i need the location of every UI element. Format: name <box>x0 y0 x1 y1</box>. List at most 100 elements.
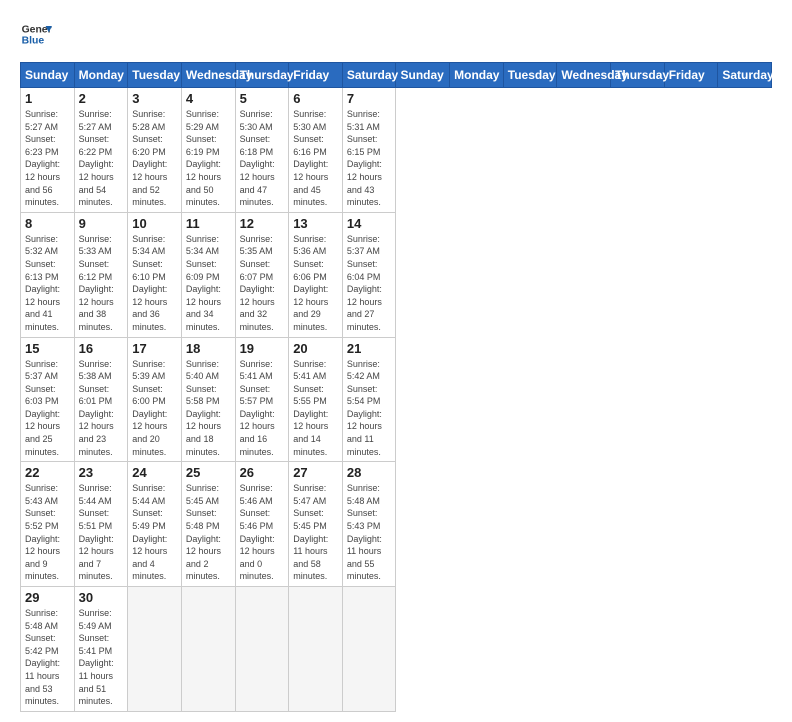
day-number: 22 <box>25 465 70 480</box>
day-number: 17 <box>132 341 177 356</box>
day-number: 14 <box>347 216 392 231</box>
day-info: Sunrise: 5:44 AM Sunset: 5:51 PM Dayligh… <box>79 482 124 583</box>
day-info: Sunrise: 5:42 AM Sunset: 5:54 PM Dayligh… <box>347 358 392 459</box>
day-info: Sunrise: 5:38 AM Sunset: 6:01 PM Dayligh… <box>79 358 124 459</box>
day-number: 25 <box>186 465 231 480</box>
day-info: Sunrise: 5:41 AM Sunset: 5:55 PM Dayligh… <box>293 358 338 459</box>
header-thursday: Thursday <box>235 63 289 88</box>
day-cell: 5Sunrise: 5:30 AM Sunset: 6:18 PM Daylig… <box>235 88 289 213</box>
day-cell: 14 Sunrise: 5:37 AM Sunset: 6:04 PM Dayli… <box>342 212 396 337</box>
week-row-0: 1Sunrise: 5:27 AM Sunset: 6:23 PM Daylig… <box>21 88 772 213</box>
day-info: Sunrise: 5:37 AM Sunset: 6:04 PM Dayligh… <box>347 233 392 334</box>
page-container: General Blue SundayMondayTuesdayWednesda… <box>0 0 792 722</box>
day-info: Sunrise: 5:41 AM Sunset: 5:57 PM Dayligh… <box>240 358 285 459</box>
day-cell <box>342 587 396 712</box>
col-header-wednesday: Wednesday <box>557 63 611 88</box>
day-number: 18 <box>186 341 231 356</box>
day-info: Sunrise: 5:29 AM Sunset: 6:19 PM Dayligh… <box>186 108 231 209</box>
calendar-header-row: SundayMondayTuesdayWednesdayThursdayFrid… <box>21 63 772 88</box>
day-number: 11 <box>186 216 231 231</box>
logo: General Blue <box>20 18 52 50</box>
day-cell: 6Sunrise: 5:30 AM Sunset: 6:16 PM Daylig… <box>289 88 343 213</box>
day-info: Sunrise: 5:30 AM Sunset: 6:16 PM Dayligh… <box>293 108 338 209</box>
week-row-4: 29Sunrise: 5:48 AM Sunset: 5:42 PM Dayli… <box>21 587 772 712</box>
day-cell: 18 Sunrise: 5:40 AM Sunset: 5:58 PM Dayli… <box>181 337 235 462</box>
header-tuesday: Tuesday <box>128 63 182 88</box>
header-monday: Monday <box>74 63 128 88</box>
day-info: Sunrise: 5:46 AM Sunset: 5:46 PM Dayligh… <box>240 482 285 583</box>
day-cell: 1Sunrise: 5:27 AM Sunset: 6:23 PM Daylig… <box>21 88 75 213</box>
day-cell: 4 Sunrise: 5:29 AM Sunset: 6:19 PM Daylig… <box>181 88 235 213</box>
day-info: Sunrise: 5:34 AM Sunset: 6:09 PM Dayligh… <box>186 233 231 334</box>
day-info: Sunrise: 5:47 AM Sunset: 5:45 PM Dayligh… <box>293 482 338 583</box>
day-cell <box>128 587 182 712</box>
day-info: Sunrise: 5:39 AM Sunset: 6:00 PM Dayligh… <box>132 358 177 459</box>
day-cell: 20 Sunrise: 5:41 AM Sunset: 5:55 PM Dayli… <box>289 337 343 462</box>
day-info: Sunrise: 5:43 AM Sunset: 5:52 PM Dayligh… <box>25 482 70 583</box>
day-cell: 9Sunrise: 5:33 AM Sunset: 6:12 PM Daylig… <box>74 212 128 337</box>
day-number: 3 <box>132 91 177 106</box>
day-number: 10 <box>132 216 177 231</box>
day-cell: 29Sunrise: 5:48 AM Sunset: 5:42 PM Dayli… <box>21 587 75 712</box>
day-number: 30 <box>79 590 124 605</box>
header-saturday: Saturday <box>342 63 396 88</box>
day-info: Sunrise: 5:48 AM Sunset: 5:42 PM Dayligh… <box>25 607 70 708</box>
day-number: 13 <box>293 216 338 231</box>
day-number: 19 <box>240 341 285 356</box>
day-cell <box>289 587 343 712</box>
day-info: Sunrise: 5:28 AM Sunset: 6:20 PM Dayligh… <box>132 108 177 209</box>
day-info: Sunrise: 5:27 AM Sunset: 6:23 PM Dayligh… <box>25 108 70 209</box>
day-info: Sunrise: 5:49 AM Sunset: 5:41 PM Dayligh… <box>79 607 124 708</box>
day-cell: 11 Sunrise: 5:34 AM Sunset: 6:09 PM Dayli… <box>181 212 235 337</box>
day-info: Sunrise: 5:27 AM Sunset: 6:22 PM Dayligh… <box>79 108 124 209</box>
day-info: Sunrise: 5:34 AM Sunset: 6:10 PM Dayligh… <box>132 233 177 334</box>
day-cell: 16 Sunrise: 5:38 AM Sunset: 6:01 PM Dayli… <box>74 337 128 462</box>
day-number: 23 <box>79 465 124 480</box>
header-wednesday: Wednesday <box>181 63 235 88</box>
day-number: 8 <box>25 216 70 231</box>
day-info: Sunrise: 5:44 AM Sunset: 5:49 PM Dayligh… <box>132 482 177 583</box>
day-number: 21 <box>347 341 392 356</box>
calendar-table: SundayMondayTuesdayWednesdayThursdayFrid… <box>20 62 772 712</box>
day-cell: 17 Sunrise: 5:39 AM Sunset: 6:00 PM Dayli… <box>128 337 182 462</box>
day-cell: 12Sunrise: 5:35 AM Sunset: 6:07 PM Dayli… <box>235 212 289 337</box>
day-cell: 27Sunrise: 5:47 AM Sunset: 5:45 PM Dayli… <box>289 462 343 587</box>
header-friday: Friday <box>289 63 343 88</box>
day-cell: 22 Sunrise: 5:43 AM Sunset: 5:52 PM Dayli… <box>21 462 75 587</box>
day-info: Sunrise: 5:35 AM Sunset: 6:07 PM Dayligh… <box>240 233 285 334</box>
col-header-tuesday: Tuesday <box>503 63 557 88</box>
week-row-1: 8 Sunrise: 5:32 AM Sunset: 6:13 PM Daylig… <box>21 212 772 337</box>
day-cell <box>235 587 289 712</box>
col-header-friday: Friday <box>664 63 718 88</box>
day-cell: 24 Sunrise: 5:44 AM Sunset: 5:49 PM Dayli… <box>128 462 182 587</box>
header: General Blue <box>20 18 772 50</box>
day-info: Sunrise: 5:36 AM Sunset: 6:06 PM Dayligh… <box>293 233 338 334</box>
day-cell: 2 Sunrise: 5:27 AM Sunset: 6:22 PM Daylig… <box>74 88 128 213</box>
col-header-monday: Monday <box>450 63 504 88</box>
col-header-saturday: Saturday <box>718 63 772 88</box>
day-number: 4 <box>186 91 231 106</box>
day-cell: 10 Sunrise: 5:34 AM Sunset: 6:10 PM Dayli… <box>128 212 182 337</box>
day-number: 20 <box>293 341 338 356</box>
day-number: 24 <box>132 465 177 480</box>
day-cell: 21 Sunrise: 5:42 AM Sunset: 5:54 PM Dayli… <box>342 337 396 462</box>
day-cell: 26 Sunrise: 5:46 AM Sunset: 5:46 PM Dayli… <box>235 462 289 587</box>
day-info: Sunrise: 5:31 AM Sunset: 6:15 PM Dayligh… <box>347 108 392 209</box>
day-number: 26 <box>240 465 285 480</box>
logo-icon: General Blue <box>20 18 52 50</box>
day-info: Sunrise: 5:48 AM Sunset: 5:43 PM Dayligh… <box>347 482 392 583</box>
day-info: Sunrise: 5:40 AM Sunset: 5:58 PM Dayligh… <box>186 358 231 459</box>
day-number: 5 <box>240 91 285 106</box>
week-row-2: 15Sunrise: 5:37 AM Sunset: 6:03 PM Dayli… <box>21 337 772 462</box>
day-cell: 28Sunrise: 5:48 AM Sunset: 5:43 PM Dayli… <box>342 462 396 587</box>
day-number: 16 <box>79 341 124 356</box>
day-cell: 15Sunrise: 5:37 AM Sunset: 6:03 PM Dayli… <box>21 337 75 462</box>
day-number: 2 <box>79 91 124 106</box>
week-row-3: 22 Sunrise: 5:43 AM Sunset: 5:52 PM Dayli… <box>21 462 772 587</box>
day-info: Sunrise: 5:32 AM Sunset: 6:13 PM Dayligh… <box>25 233 70 334</box>
day-cell: 8 Sunrise: 5:32 AM Sunset: 6:13 PM Daylig… <box>21 212 75 337</box>
day-cell: 3 Sunrise: 5:28 AM Sunset: 6:20 PM Daylig… <box>128 88 182 213</box>
header-sunday: Sunday <box>21 63 75 88</box>
day-number: 9 <box>79 216 124 231</box>
day-cell <box>181 587 235 712</box>
